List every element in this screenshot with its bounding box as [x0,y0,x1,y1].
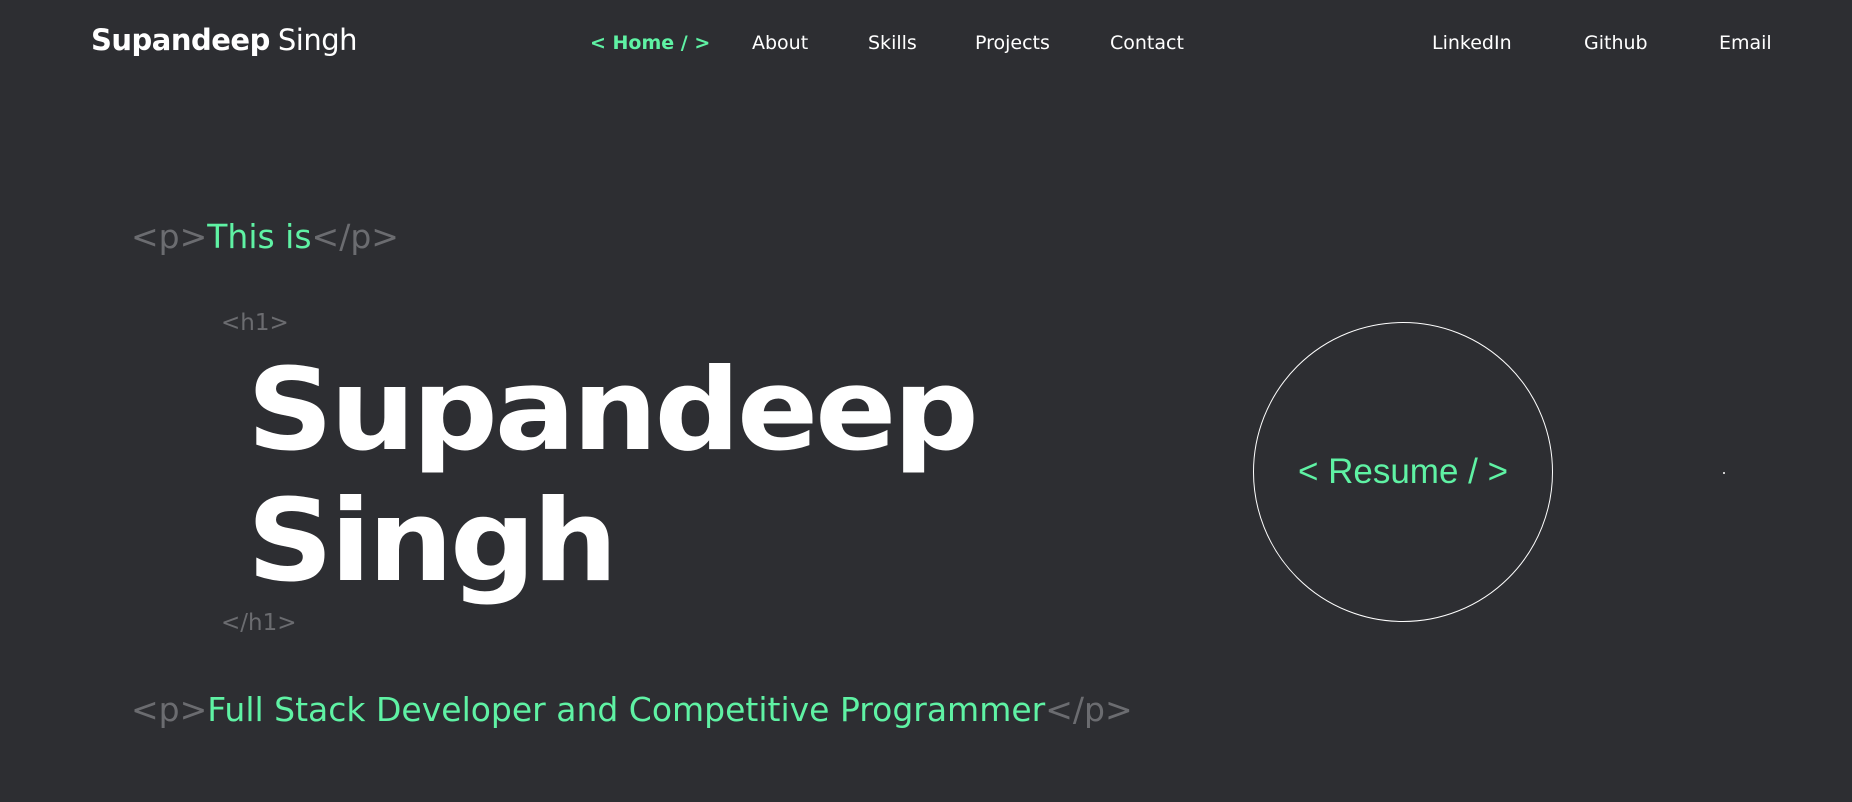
hero-name-last: Singh [247,475,618,607]
h1-close-tag: </h1> [221,610,297,636]
nav-link-about[interactable]: About [752,32,808,54]
brand-last-name: Singh [277,23,358,57]
resume-button[interactable]: < Resume / > [1253,322,1553,622]
p-close-tag: </p> [311,217,399,256]
hero-name-first: Supandeep [247,344,979,476]
social-link-github[interactable]: Github [1584,32,1648,54]
brand-first-name: Supandeep [91,23,270,57]
h1-open-tag: <h1> [221,310,289,336]
hero-role-line: <p>Full Stack Developer and Competitive … [131,690,1133,729]
nav-link-projects[interactable]: Projects [975,32,1050,54]
nav-link-contact[interactable]: Contact [1110,32,1184,54]
hero-intro-line: <p>This is</p> [131,217,399,256]
hero-role-text: Full Stack Developer and Competitive Pro… [207,690,1046,729]
p-open-tag-role: <p> [131,690,208,729]
nav-link-skills[interactable]: Skills [868,32,917,54]
top-navbar: Supandeep Singh < Home / > About Skills P… [0,0,1852,86]
p-close-tag-role: </p> [1045,690,1133,729]
p-open-tag: <p> [131,217,208,256]
cursor-dot [1723,472,1725,474]
resume-label: < Resume / > [1297,452,1509,491]
hero-intro-text: This is [207,217,312,256]
brand-logo[interactable]: Supandeep Singh [91,23,358,57]
hero-name-heading: Supandeep Singh [247,344,979,607]
social-link-linkedin[interactable]: LinkedIn [1432,32,1512,54]
nav-link-home[interactable]: < Home / > [590,32,710,54]
social-link-email[interactable]: Email [1719,32,1772,54]
portfolio-page: Supandeep Singh < Home / > About Skills P… [0,0,1852,802]
